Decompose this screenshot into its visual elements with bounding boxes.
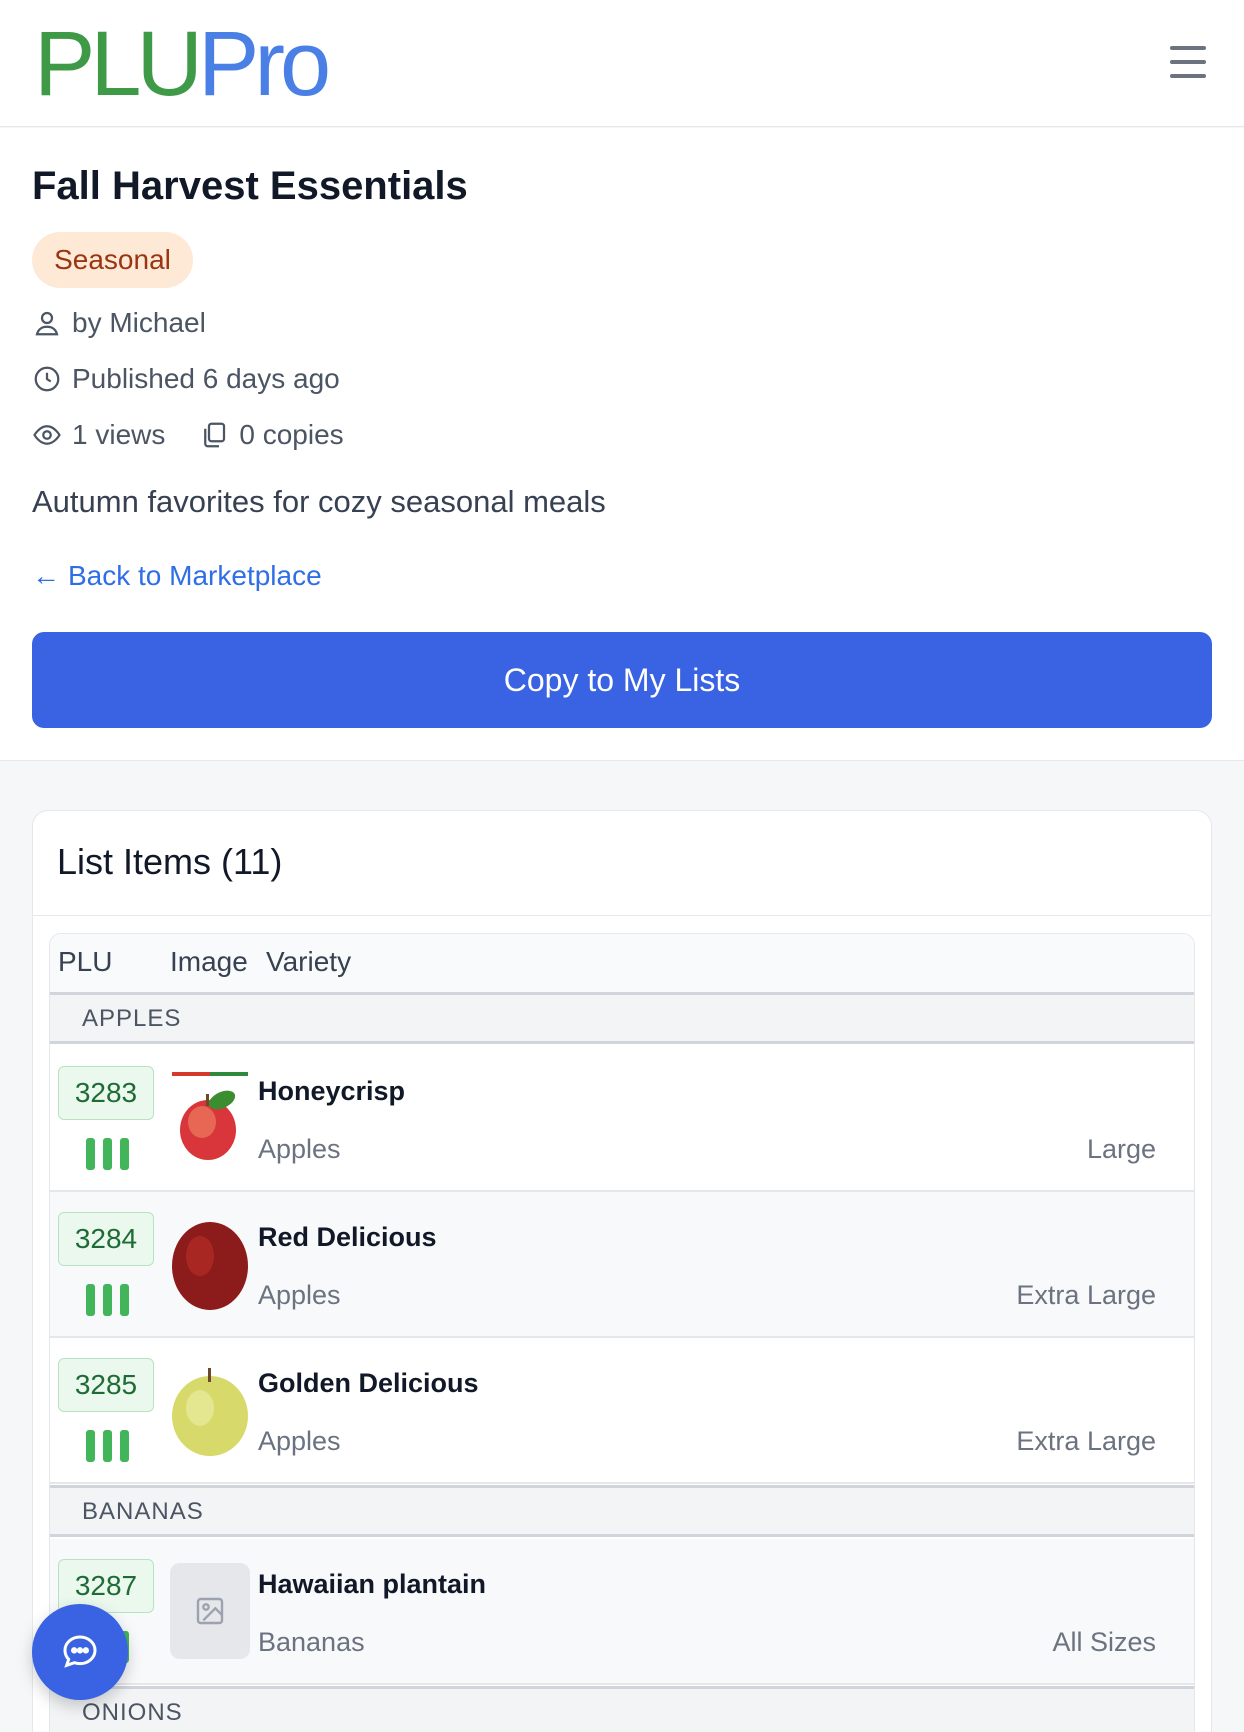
clock-icon (34, 366, 60, 392)
list-info-section: Fall Harvest Essentials Seasonal by Mich… (0, 128, 1244, 761)
author-row: by Michael (32, 303, 206, 343)
back-link-label: Back to Marketplace (68, 560, 322, 591)
variety-category: Apples (258, 1426, 341, 1456)
stats-row: 1 views 0 copies (32, 415, 344, 455)
group-header: APPLES (50, 992, 1194, 1044)
copy-icon (204, 422, 226, 448)
column-header-plu[interactable]: PLU (58, 946, 112, 978)
barcode-icon (86, 1430, 130, 1462)
table-header: PLU Image Variety (50, 934, 1194, 994)
list-items-card: List Items (11) PLU Image Variety APPLES… (32, 810, 1212, 1732)
variety-category: Apples (258, 1134, 341, 1164)
arrow-left-icon: ← (32, 560, 60, 591)
page-title: Fall Harvest Essentials (32, 164, 468, 208)
variety-size: Large (1086, 1134, 1156, 1164)
published-text: Published 6 days ago (72, 363, 340, 394)
plu-code: 3284 (58, 1212, 154, 1266)
logo-pro: Pro (197, 13, 331, 115)
image-placeholder-icon (170, 1563, 250, 1659)
chat-button[interactable] (32, 1604, 128, 1700)
column-header-variety[interactable]: Variety (266, 946, 351, 978)
variety-size: All Sizes (1052, 1627, 1156, 1657)
chat-bubble-icon (63, 1635, 97, 1668)
hamburger-menu-icon[interactable] (1166, 44, 1210, 80)
variety-size: Extra Large (1016, 1426, 1156, 1456)
category-badge: Seasonal (32, 232, 193, 288)
variety-name: Hawaiian plantain (258, 1569, 487, 1599)
copies-count: 0 copies (239, 419, 344, 450)
author-text: by Michael (72, 307, 206, 338)
list-description: Autumn favorites for cozy seasonal meals (32, 484, 606, 519)
user-icon (35, 311, 59, 336)
back-to-marketplace-link[interactable]: ← Back to Marketplace (32, 560, 322, 592)
variety-category: Apples (258, 1280, 341, 1310)
honeycrisp-apple-image (170, 1072, 250, 1160)
table-row[interactable]: 3285 Golden Delicious Apples Extra Large (50, 1338, 1194, 1484)
table-row[interactable]: 3284 Red Delicious Apples Extra Large (50, 1192, 1194, 1338)
group-header: BANANAS (50, 1485, 1194, 1537)
eye-icon (33, 425, 61, 445)
variety-name: Golden Delicious (258, 1368, 479, 1398)
group-header: ONIONS (50, 1686, 1194, 1732)
barcode-icon (86, 1284, 130, 1316)
top-bar: PLUPro (0, 0, 1244, 127)
group-label: ONIONS (82, 1699, 183, 1726)
divider (33, 915, 1211, 916)
copy-to-my-lists-button[interactable]: Copy to My Lists (32, 632, 1212, 728)
table-row[interactable]: 3283 Honeycrisp Apples Large (50, 1046, 1194, 1192)
plupro-logo[interactable]: PLUPro (34, 13, 331, 115)
variety-name: Honeycrisp (258, 1076, 406, 1106)
red-delicious-apple-image (172, 1222, 248, 1310)
plu-code: 3285 (58, 1358, 154, 1412)
barcode-icon (86, 1138, 130, 1170)
column-header-image[interactable]: Image (170, 946, 248, 978)
published-row: Published 6 days ago (32, 359, 340, 399)
variety-category: Bananas (258, 1627, 365, 1657)
golden-delicious-apple-image (172, 1368, 248, 1456)
table-row[interactable]: 3287 Hawaiian plantain Bananas All Sizes (50, 1539, 1194, 1685)
views-count: 1 views (72, 419, 166, 450)
variety-name: Red Delicious (258, 1222, 437, 1252)
items-table: PLU Image Variety APPLES 3283 Honeycrisp… (49, 933, 1195, 1732)
variety-size: Extra Large (1016, 1280, 1156, 1310)
logo-plu: PLU (34, 13, 203, 115)
plu-code: 3283 (58, 1066, 154, 1120)
list-items-title: List Items (11) (57, 841, 283, 882)
group-label: APPLES (82, 1005, 182, 1032)
group-label: BANANAS (82, 1498, 204, 1525)
